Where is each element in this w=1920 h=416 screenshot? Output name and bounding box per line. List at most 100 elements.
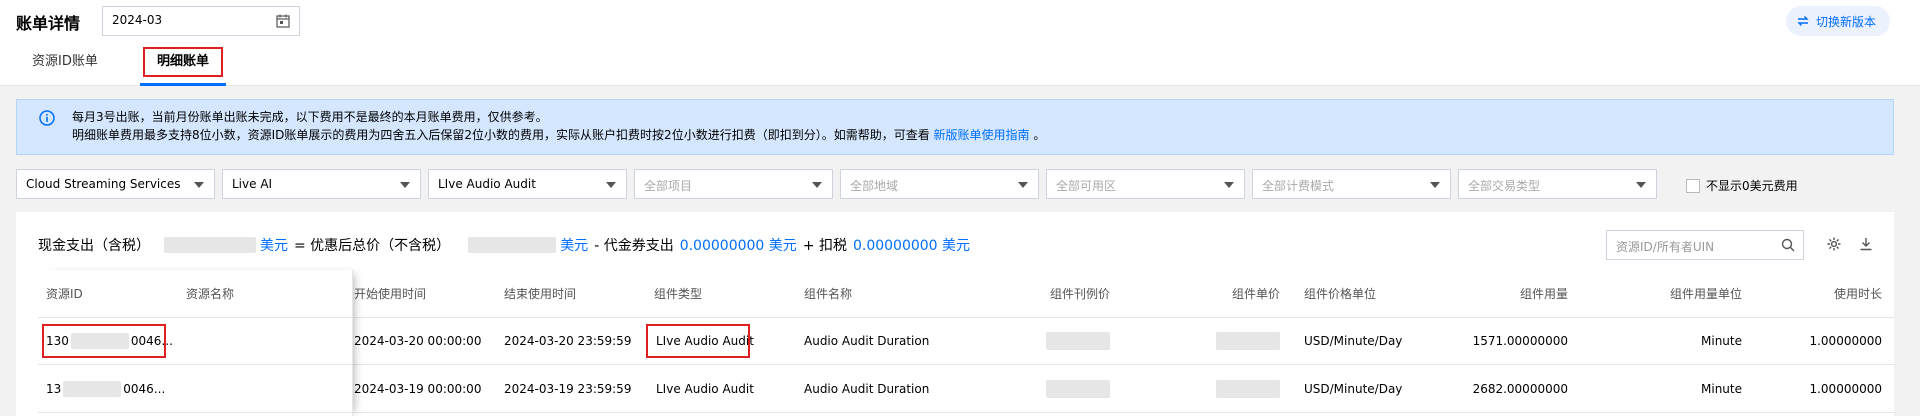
voucher-label: - 代金券支出 [594, 238, 674, 254]
highlight-box [143, 47, 223, 77]
start-time-cell: 2024-03-19 00:00:00 [354, 382, 482, 396]
cost-summary: 现金支出（含税） 美元 = 优惠后总价（不含税） 美元 - 代金券支出 0.00… [38, 233, 970, 257]
column-header-component-type[interactable]: 组件类型 [654, 270, 702, 317]
column-header-list-price[interactable]: 组件刊例价 [1004, 270, 1110, 317]
tax-label: + 扣税 [802, 238, 847, 254]
column-header-usage[interactable]: 组件用量 [1438, 270, 1568, 317]
tab-detail-bill[interactable]: 明细账单 [140, 44, 226, 86]
transaction-type-select-value: 全部交易类型 [1468, 179, 1541, 193]
page-title: 账单详情 [16, 14, 81, 33]
region-select-value: 全部地域 [850, 179, 899, 193]
notice-line-1: 每月3号出账，当前月份账单出账未完成，以下费用不是最终的本月账单费用，仅供参考。 [72, 110, 548, 124]
discount-unit: 美元 [560, 238, 589, 254]
highlight-box [42, 324, 166, 358]
end-time-cell: 2024-03-20 23:59:59 [504, 334, 632, 348]
list-price-cell [1004, 366, 1110, 412]
redacted-resource-id [63, 381, 122, 397]
product-select-value: Cloud Streaming Services [26, 177, 181, 191]
search-icon[interactable] [1781, 238, 1795, 252]
hide-zero-fee-label: 不显示0美元费用 [1706, 179, 1798, 193]
chevron-down-icon [1636, 182, 1646, 188]
redacted-unit-price [1216, 380, 1280, 398]
list-price-cell [1004, 318, 1110, 364]
column-header-end-time[interactable]: 结束使用时间 [504, 270, 576, 317]
column-header-resource-id[interactable]: 资源ID [46, 270, 83, 317]
transaction-type-select[interactable]: 全部交易类型 [1458, 169, 1657, 199]
redacted-list-price [1046, 380, 1110, 398]
column-header-resource-name[interactable]: 资源名称 [186, 270, 234, 317]
column-header-start-time[interactable]: 开始使用时间 [354, 270, 426, 317]
info-icon [39, 110, 55, 126]
usage-unit-cell: Minute [1701, 334, 1742, 348]
tax-value: 0.00000000 美元 [852, 238, 971, 254]
price-unit-cell: USD/Minute/Day [1304, 334, 1403, 348]
unit-price-cell [1180, 318, 1280, 364]
calendar-icon [276, 14, 290, 28]
zone-select[interactable]: 全部可用区 [1046, 169, 1245, 199]
usage-cell: 1571.00000000 [1472, 334, 1568, 348]
column-header-price-unit[interactable]: 组件价格单位 [1304, 270, 1376, 317]
component-name-cell: Audio Audit Duration [804, 382, 930, 396]
notice-line-2: 明细账单费用最多支持8位小数，资源ID账单展示的费用为四舍五入后保留2位小数的费… [72, 126, 1893, 144]
chevron-down-icon [1430, 182, 1440, 188]
redacted-discount-amount [468, 237, 557, 253]
component-type-select-value: LIve Audio Audit [438, 177, 536, 191]
download-icon[interactable] [1858, 236, 1874, 252]
bill-panel: 现金支出（含税） 美元 = 优惠后总价（不含税） 美元 - 代金券支出 0.00… [16, 212, 1894, 416]
active-tab-indicator [140, 83, 226, 86]
switch-new-version-button[interactable]: 切换新版本 [1785, 6, 1890, 36]
project-select-value: 全部项目 [644, 179, 693, 193]
column-header-unit-price[interactable]: 组件单价 [1180, 270, 1280, 317]
gear-icon[interactable] [1826, 236, 1842, 252]
column-header-component-name[interactable]: 组件名称 [804, 270, 852, 317]
chevron-down-icon [400, 182, 410, 188]
price-unit-cell: USD/Minute/Day [1304, 382, 1403, 396]
chevron-down-icon [1224, 182, 1234, 188]
month-picker-value: 2024-03 [112, 13, 163, 27]
month-picker[interactable]: 2024-03 [102, 6, 300, 36]
checkbox-box[interactable] [1686, 178, 1700, 193]
column-header-duration[interactable]: 使用时长 [1778, 270, 1882, 317]
highlight-box [646, 324, 750, 358]
notice-line-2-end: 。 [1033, 128, 1046, 142]
tab-resource-id-bill[interactable]: 资源ID账单 [32, 44, 136, 86]
redacted-list-price [1046, 332, 1110, 350]
resource-id-prefix: 13 [46, 382, 62, 396]
duration-cell: 1.00000000 [1809, 334, 1882, 348]
redacted-unit-price [1216, 332, 1280, 350]
resource-id-cell[interactable]: 13 0046... [46, 366, 165, 412]
billing-mode-select[interactable]: 全部计费模式 [1252, 169, 1451, 199]
subproduct-select[interactable]: Live AI [222, 169, 421, 199]
guide-link[interactable]: 新版账单使用指南 [934, 128, 1030, 142]
table-row[interactable]: 130 0046... 2024-03-20 00:00:00 2024-03-… [38, 318, 1894, 365]
search-placeholder: 资源ID/所有者UIN [1616, 240, 1715, 254]
cash-label: 现金支出（含税） [38, 238, 150, 254]
table-row[interactable]: 13 0046... 2024-03-19 00:00:00 2024-03-1… [38, 366, 1894, 413]
product-select[interactable]: Cloud Streaming Services [16, 169, 215, 199]
duration-cell: 1.00000000 [1809, 382, 1882, 396]
region-select[interactable]: 全部地域 [840, 169, 1039, 199]
column-header-usage-unit[interactable]: 组件用量单位 [1618, 270, 1742, 317]
hide-zero-fee-checkbox[interactable]: 不显示0美元费用 [1686, 177, 1798, 194]
billing-mode-select-value: 全部计费模式 [1262, 179, 1335, 193]
component-name-cell: Audio Audit Duration [804, 334, 930, 348]
tab-resource-id-bill-label: 资源ID账单 [32, 54, 98, 69]
discount-label: = 优惠后总价（不含税） [294, 238, 451, 254]
search-input[interactable]: 资源ID/所有者UIN [1606, 230, 1804, 260]
component-type-select[interactable]: LIve Audio Audit [428, 169, 627, 199]
end-time-cell: 2024-03-19 23:59:59 [504, 382, 632, 396]
voucher-value: 0.00000000 美元 [679, 238, 797, 254]
tab-bar: 资源ID账单 明细账单 [0, 44, 226, 86]
switch-new-version-label: 切换新版本 [1815, 14, 1876, 29]
unit-price-cell [1180, 366, 1280, 412]
subproduct-select-value: Live AI [232, 177, 273, 191]
top-bar: 账单详情 2024-03 切换新版本 资源ID账单 明细账单 [0, 0, 1920, 86]
bill-detail-table: 资源ID 资源名称 开始使用时间 结束使用时间 组件类型 组件名称 组件刊例价 … [38, 270, 1894, 416]
switch-icon [1797, 16, 1809, 26]
cash-unit: 美元 [260, 238, 288, 254]
start-time-cell: 2024-03-20 00:00:00 [354, 334, 482, 348]
project-select[interactable]: 全部项目 [634, 169, 833, 199]
usage-cell: 2682.00000000 [1472, 382, 1568, 396]
zone-select-value: 全部可用区 [1056, 179, 1117, 193]
component-type-cell: LIve Audio Audit [656, 382, 754, 396]
